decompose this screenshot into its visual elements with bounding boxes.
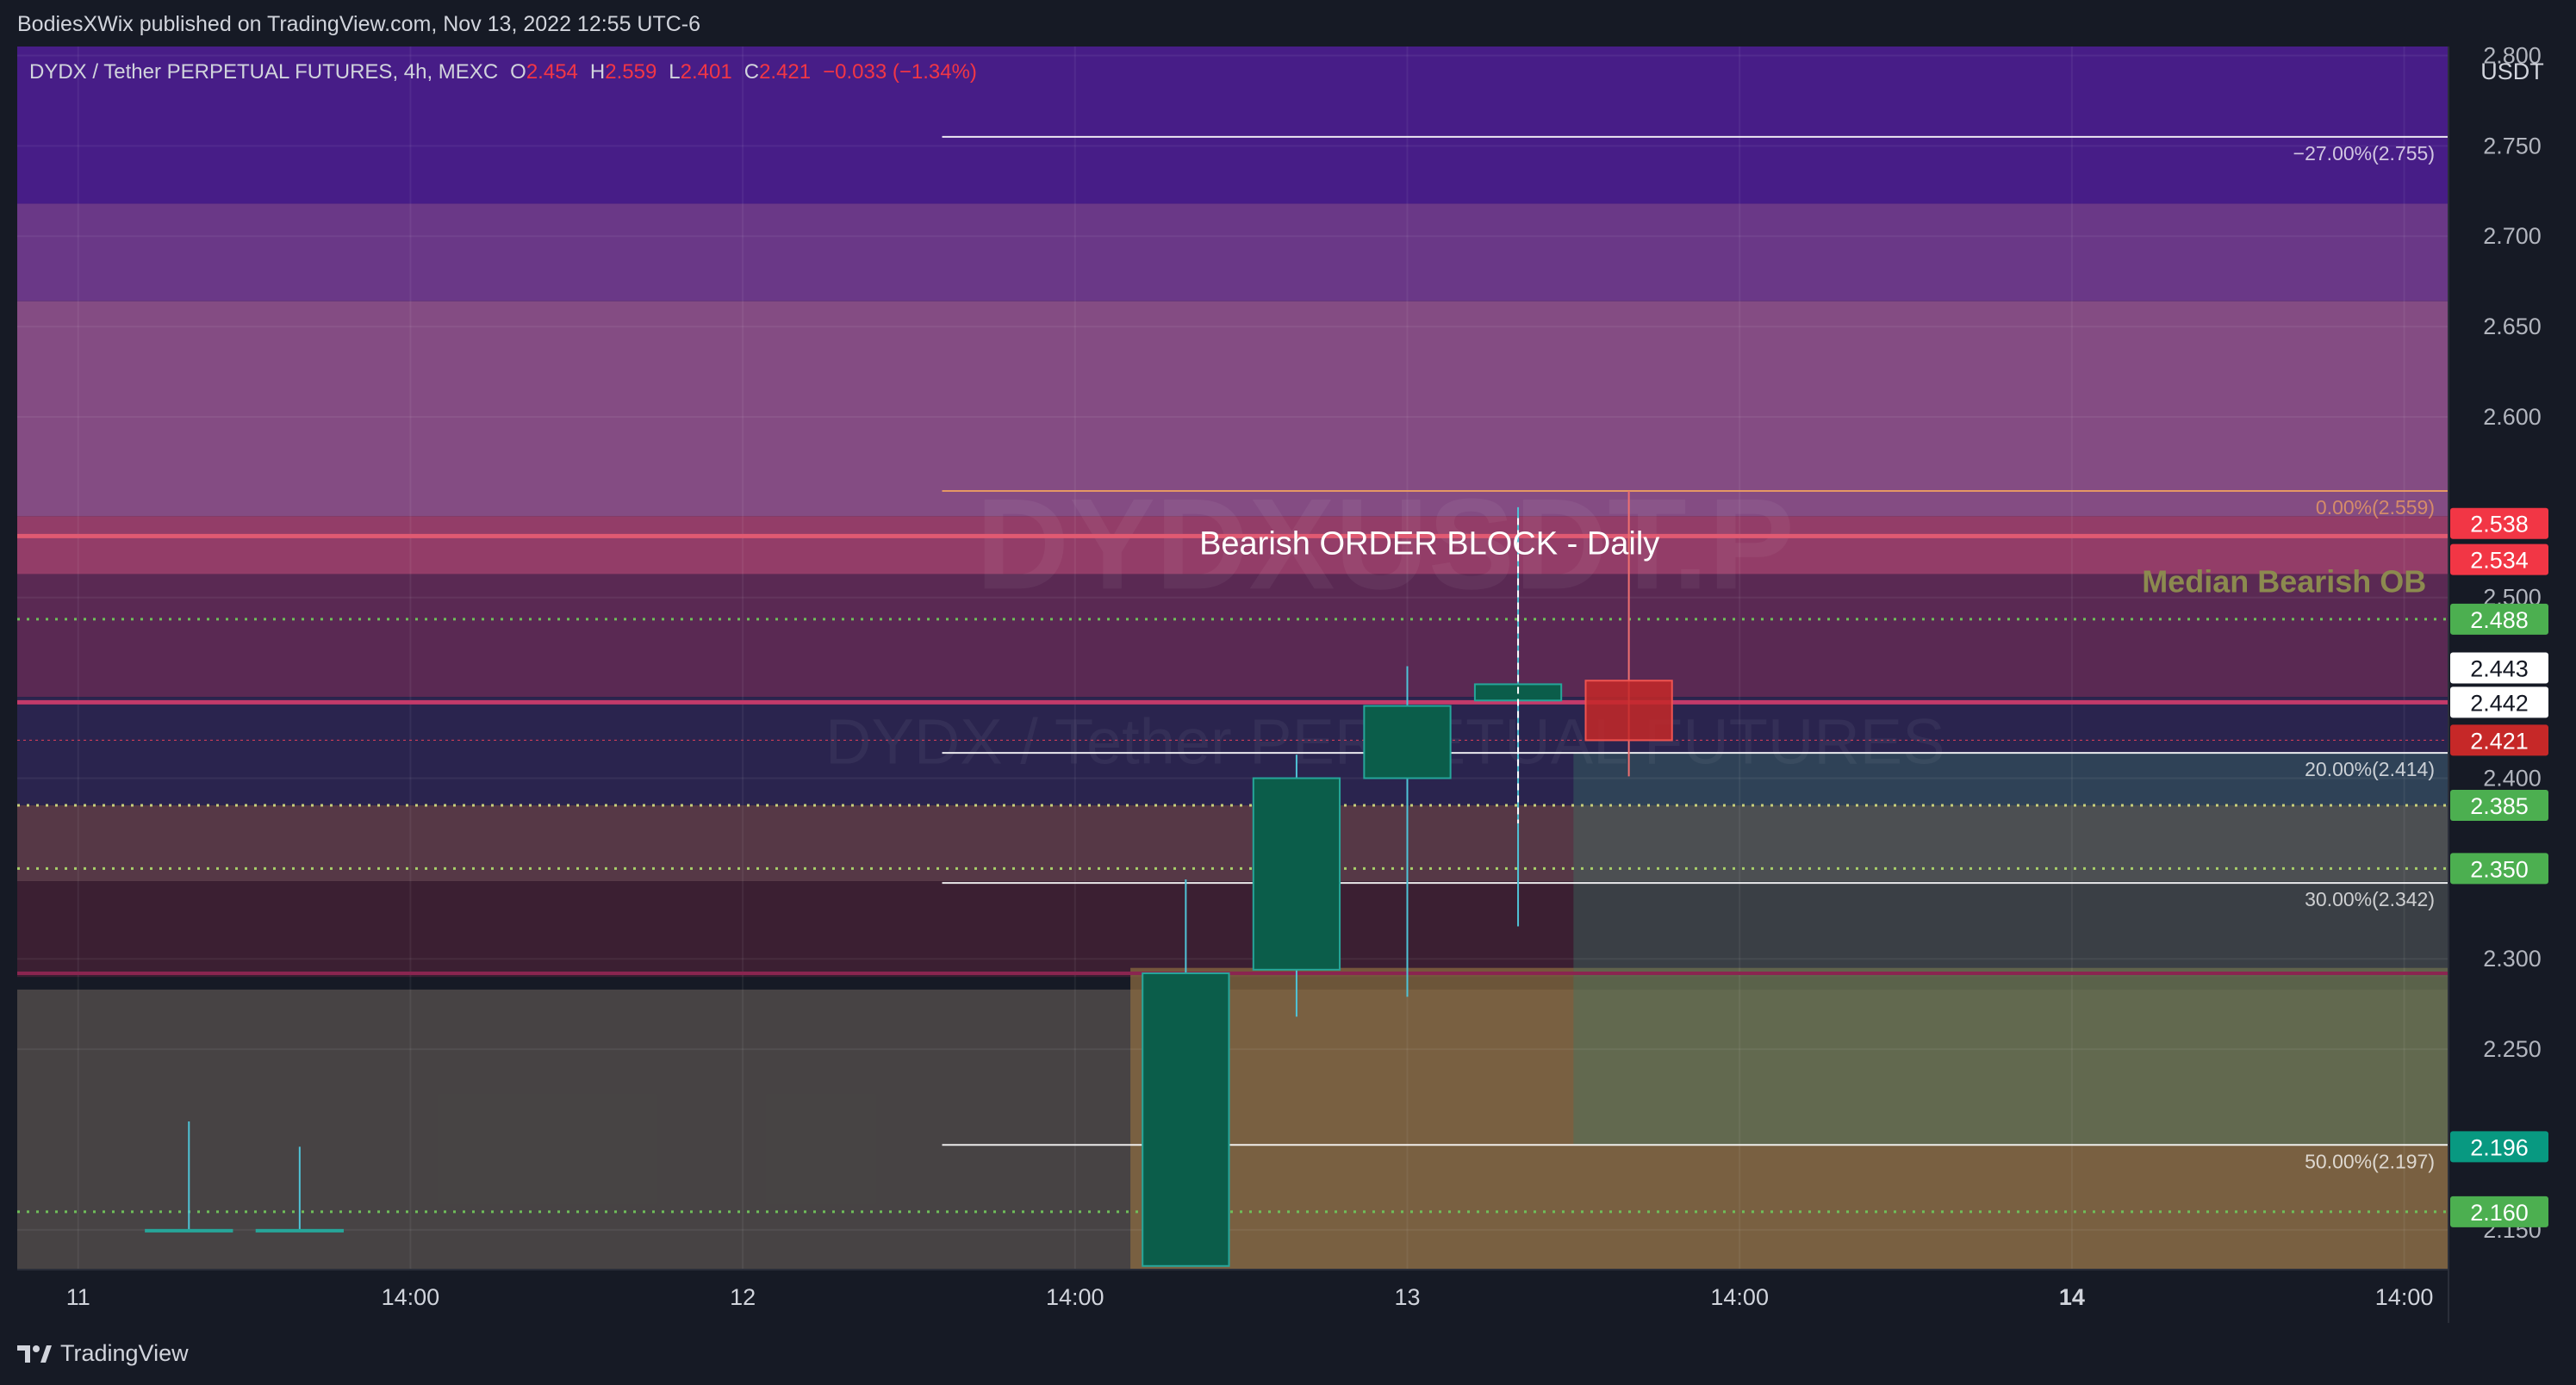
currency-label: USDT — [2480, 59, 2544, 84]
tradingview-brand[interactable]: TradingView — [17, 1340, 189, 1367]
zone-band — [1573, 753, 2448, 1146]
footer-bar: TradingView — [0, 1323, 2576, 1385]
fib-label: 50.00%(2.197) — [2305, 1150, 2435, 1172]
open-value: 2.454 — [526, 60, 578, 84]
chart-annotation: Bearish ORDER BLOCK - Daily — [1199, 525, 1659, 562]
low-value: 2.401 — [680, 60, 732, 84]
time-tick-label: 12 — [730, 1284, 756, 1310]
publisher-bar: BodiesXWix published on TradingView.com,… — [0, 0, 2576, 47]
price-tick-label: 2.300 — [2483, 946, 2542, 972]
time-tick-label: 11 — [66, 1284, 90, 1310]
candle-body — [1363, 705, 1452, 779]
price-label-text: 2.534 — [2470, 548, 2529, 574]
fib-label: 0.00%(2.559) — [2316, 496, 2435, 519]
close-value: 2.421 — [759, 60, 812, 84]
symbol-legend: DYDX / Tether PERPETUAL FUTURES, 4h, MEX… — [29, 60, 977, 84]
high-label: H — [589, 60, 606, 84]
fib-label: 20.00%(2.414) — [2305, 758, 2435, 780]
left-border — [0, 47, 17, 1270]
fib-label: −27.00%(2.755) — [2293, 142, 2435, 165]
price-tick-label: 2.250 — [2483, 1036, 2542, 1062]
chart-annotation: Median Bearish OB — [2142, 563, 2426, 599]
close-label: C — [744, 60, 760, 84]
symbol-title[interactable]: DYDX / Tether PERPETUAL FUTURES, 4h, MEX… — [29, 60, 498, 84]
price-label-text: 2.350 — [2470, 856, 2529, 882]
price-label-text: 2.421 — [2470, 728, 2529, 754]
fib-label: 30.00%(2.342) — [2305, 888, 2435, 910]
price-label-text: 2.385 — [2470, 793, 2529, 819]
price-tick-label: 2.400 — [2483, 765, 2542, 791]
change-value: −0.033 (−1.34%) — [823, 60, 977, 84]
tradingview-logo-icon — [17, 1345, 52, 1363]
candle-body — [145, 1228, 233, 1233]
price-label-text: 2.160 — [2470, 1200, 2529, 1226]
high-value: 2.559 — [605, 60, 657, 84]
time-tick-label: 14:00 — [2375, 1284, 2434, 1310]
plot-area: DYDXUSDT.PDYDX / Tether PERPETUAL FUTURE… — [17, 47, 2448, 1270]
candle-body — [1142, 972, 1230, 1267]
price-label-text: 2.538 — [2470, 512, 2529, 537]
time-tick-label: 14:00 — [382, 1284, 440, 1310]
published-info: BodiesXWix published on TradingView.com,… — [17, 12, 701, 36]
time-tick-label: 14:00 — [1710, 1284, 1769, 1310]
candle-body — [1252, 777, 1341, 971]
tradingview-label: TradingView — [60, 1340, 189, 1366]
price-tick-label: 2.600 — [2483, 404, 2542, 430]
chart-canvas[interactable]: DYDXUSDT.PDYDX / Tether PERPETUAL FUTURE… — [0, 0, 2576, 1385]
time-tick-label: 13 — [1394, 1284, 1420, 1310]
price-label-text: 2.443 — [2470, 656, 2529, 682]
zone-band — [17, 203, 2448, 301]
candle-body — [255, 1228, 344, 1233]
low-label: L — [669, 60, 681, 84]
time-tick-label: 14 — [2059, 1284, 2085, 1310]
price-label-text: 2.196 — [2470, 1134, 2529, 1160]
price-tick-label: 2.750 — [2483, 133, 2542, 158]
price-tick-label: 2.650 — [2483, 314, 2542, 339]
price-label-text: 2.442 — [2470, 690, 2529, 716]
price-tick-label: 2.700 — [2483, 223, 2542, 249]
open-label: O — [510, 60, 526, 84]
time-tick-label: 14:00 — [1046, 1284, 1104, 1310]
price-label-text: 2.488 — [2470, 607, 2529, 633]
candle-body — [1584, 680, 1673, 742]
